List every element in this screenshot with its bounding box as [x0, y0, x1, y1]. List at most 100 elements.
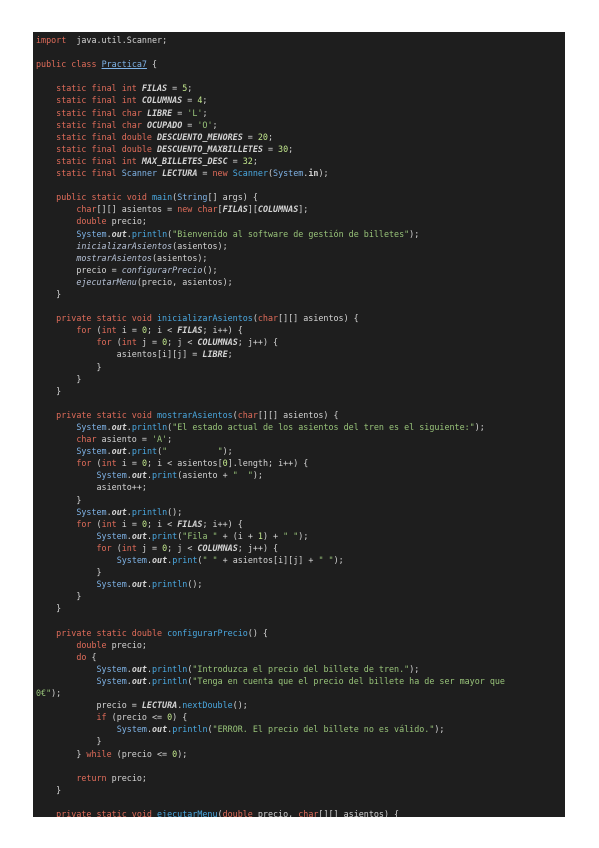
code-line: } — [33, 784, 565, 796]
code-line: System.out.println("ERROR. El precio del… — [33, 723, 565, 735]
code-body: import java.util.Scanner; public class P… — [33, 32, 565, 817]
code-token: int — [101, 325, 117, 336]
code-token: i = — [116, 325, 142, 336]
code-line: static final Scanner LECTURA = new Scann… — [33, 167, 565, 179]
code-token: } — [36, 748, 87, 759]
code-token: ][ — [247, 204, 258, 215]
code-token: DESCUENTO_MENORES — [157, 131, 243, 142]
code-token: new — [212, 168, 233, 179]
code-token: ); — [333, 555, 344, 566]
code-token: ; — [202, 107, 208, 118]
code-token: " " — [202, 555, 218, 566]
code-token: public class — [36, 59, 102, 70]
code-token: print — [131, 446, 158, 457]
code-token: [][] asientos) { — [257, 409, 339, 420]
code-token: System — [273, 168, 304, 179]
code-token: ( — [111, 542, 122, 553]
code-token: "Bienvenido al software de gestión de bi… — [172, 228, 410, 239]
code-token: j = — [136, 337, 163, 348]
code-token: char — [76, 434, 97, 445]
code-token: out — [152, 724, 168, 735]
code-token: j = — [136, 542, 163, 553]
code-token: configurarPrecio — [121, 264, 203, 275]
code-token: = — [182, 95, 198, 106]
code-token: char — [197, 204, 218, 215]
code-token: ; — [202, 95, 208, 106]
code-token: in — [308, 168, 319, 179]
code-token: for — [96, 337, 112, 348]
code-token: print — [172, 555, 198, 566]
code-line: System.out.print(asiento + " "); — [33, 469, 565, 481]
code-token: "Fila " — [182, 530, 218, 541]
code-token: } — [36, 603, 62, 614]
code-token: " " — [318, 555, 334, 566]
code-line: for (int j = 0; j < COLUMNAS; j++) { — [33, 542, 565, 554]
code-token: } — [36, 494, 82, 505]
code-token: static final int — [56, 155, 142, 166]
code-token: } — [36, 373, 82, 384]
code-token: ejecutarMenu — [157, 809, 218, 817]
code-token: precio; — [106, 639, 147, 650]
code-token: LECTURA — [141, 700, 178, 711]
code-token: ; — [252, 155, 258, 166]
code-editor[interactable]: import java.util.Scanner; public class P… — [33, 32, 565, 817]
code-line: inicializarAsientos(asientos); — [33, 240, 565, 252]
code-token: ; — [227, 349, 233, 360]
code-token: "Tenga en cuenta que el precio del bille… — [192, 675, 505, 686]
code-token: Scanner — [121, 168, 158, 179]
code-token: double — [222, 809, 253, 817]
code-token: out — [111, 228, 127, 239]
code-line: import java.util.Scanner; — [33, 34, 565, 46]
code-token: COLUMNAS — [141, 95, 183, 106]
code-token: private static void — [56, 313, 158, 324]
code-token: = — [167, 83, 183, 94]
code-token: [] args) { — [207, 192, 258, 203]
code-line: static final double DESCUENTO_MAXBILLETE… — [33, 143, 565, 155]
code-token: precio = — [36, 700, 142, 711]
code-token: [][] asientos) { — [318, 809, 400, 817]
code-token: " " — [162, 446, 223, 457]
code-token: ); — [409, 228, 420, 239]
code-token: DESCUENTO_MAXBILLETES — [157, 143, 263, 154]
code-token: (asientos); — [151, 252, 208, 263]
code-token: [][] asientos = — [96, 204, 178, 215]
code-token: ) + — [262, 530, 284, 541]
code-token: Practica7 — [101, 59, 147, 70]
code-line: private static void mostrarAsientos(char… — [33, 409, 565, 421]
code-token: private static double — [56, 627, 168, 638]
code-token: for — [76, 458, 92, 469]
code-token: out — [131, 663, 147, 674]
code-line: } — [33, 288, 565, 300]
code-token: ; i < asientos[ — [146, 458, 223, 469]
code-token: char — [298, 809, 319, 817]
code-line: static final int FILAS = 5; — [33, 82, 565, 94]
code-line: return precio; — [33, 772, 565, 784]
code-line: if (precio <= 0) { — [33, 711, 565, 723]
code-token: ) { — [172, 712, 188, 723]
code-token: LECTURA — [157, 168, 198, 179]
code-token: System — [76, 446, 107, 457]
code-token: System — [76, 506, 107, 517]
code-line: System.out.println(); — [33, 506, 565, 518]
code-token: out — [152, 555, 168, 566]
code-token: } — [36, 784, 62, 795]
code-token: FILAS — [177, 325, 203, 336]
